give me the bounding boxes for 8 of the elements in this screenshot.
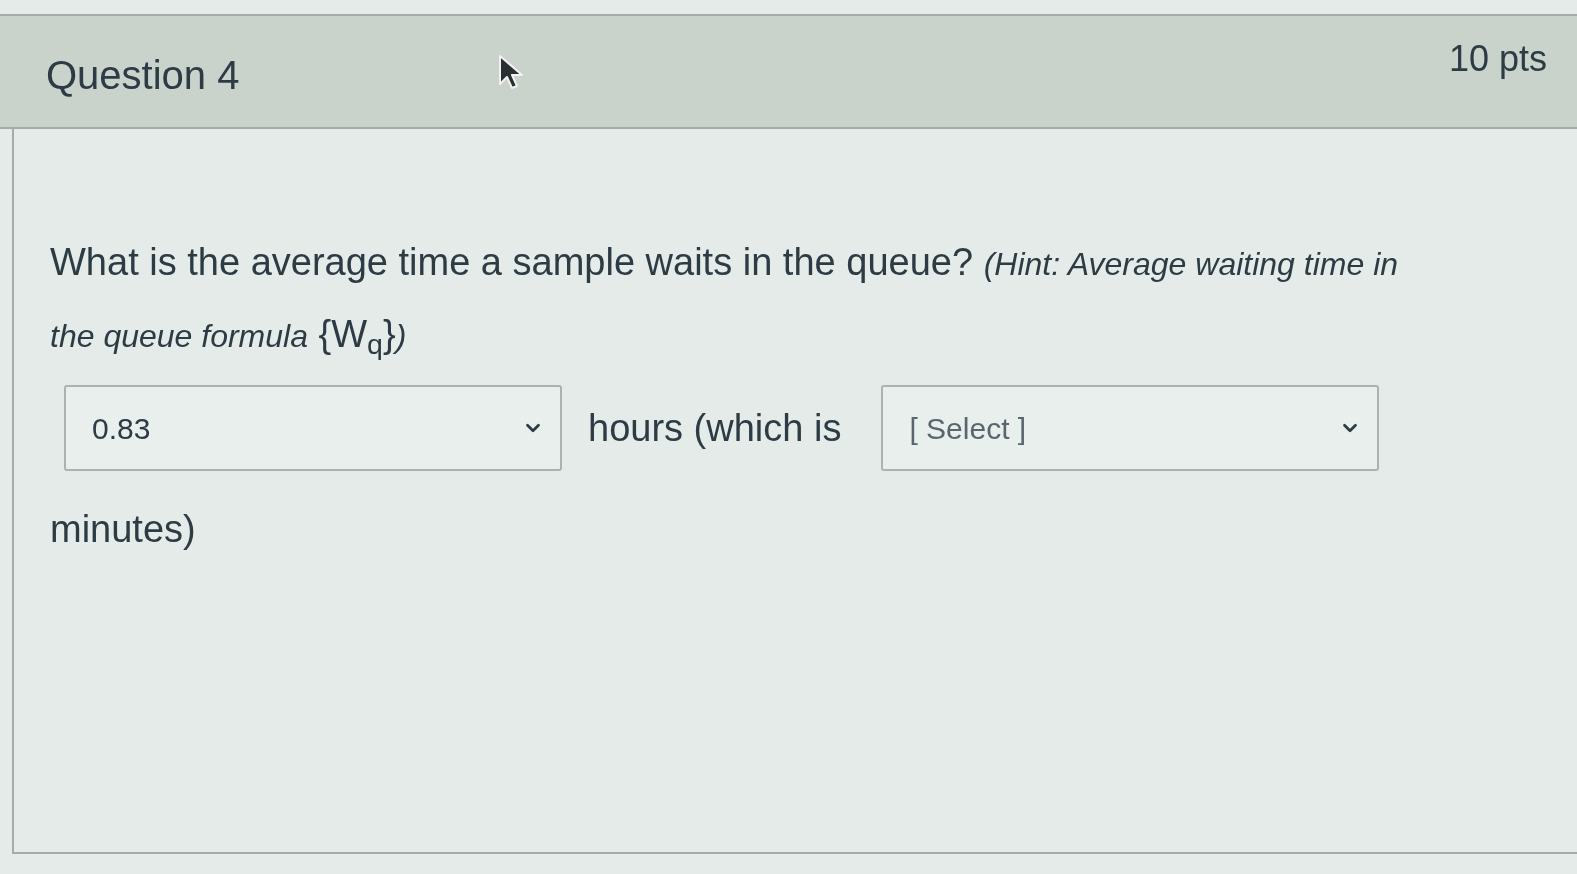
points-label: 10 pts <box>1448 36 1547 81</box>
question-title: Question 4 <box>46 51 240 99</box>
answer-dropdown[interactable]: [ Select ] <box>881 385 1380 471</box>
answer-dropdown[interactable]: 0.83 <box>64 385 562 471</box>
answer-text: minutes) <box>50 507 196 552</box>
answer-text: hours (which is <box>588 405 842 451</box>
question-text: What is the average time a sample waits in the queue? (Hint: Average waiting time in the queue formula {W$_{q}$}) <box>50 240 1400 363</box>
mouse-pointer-icon <box>498 54 524 90</box>
